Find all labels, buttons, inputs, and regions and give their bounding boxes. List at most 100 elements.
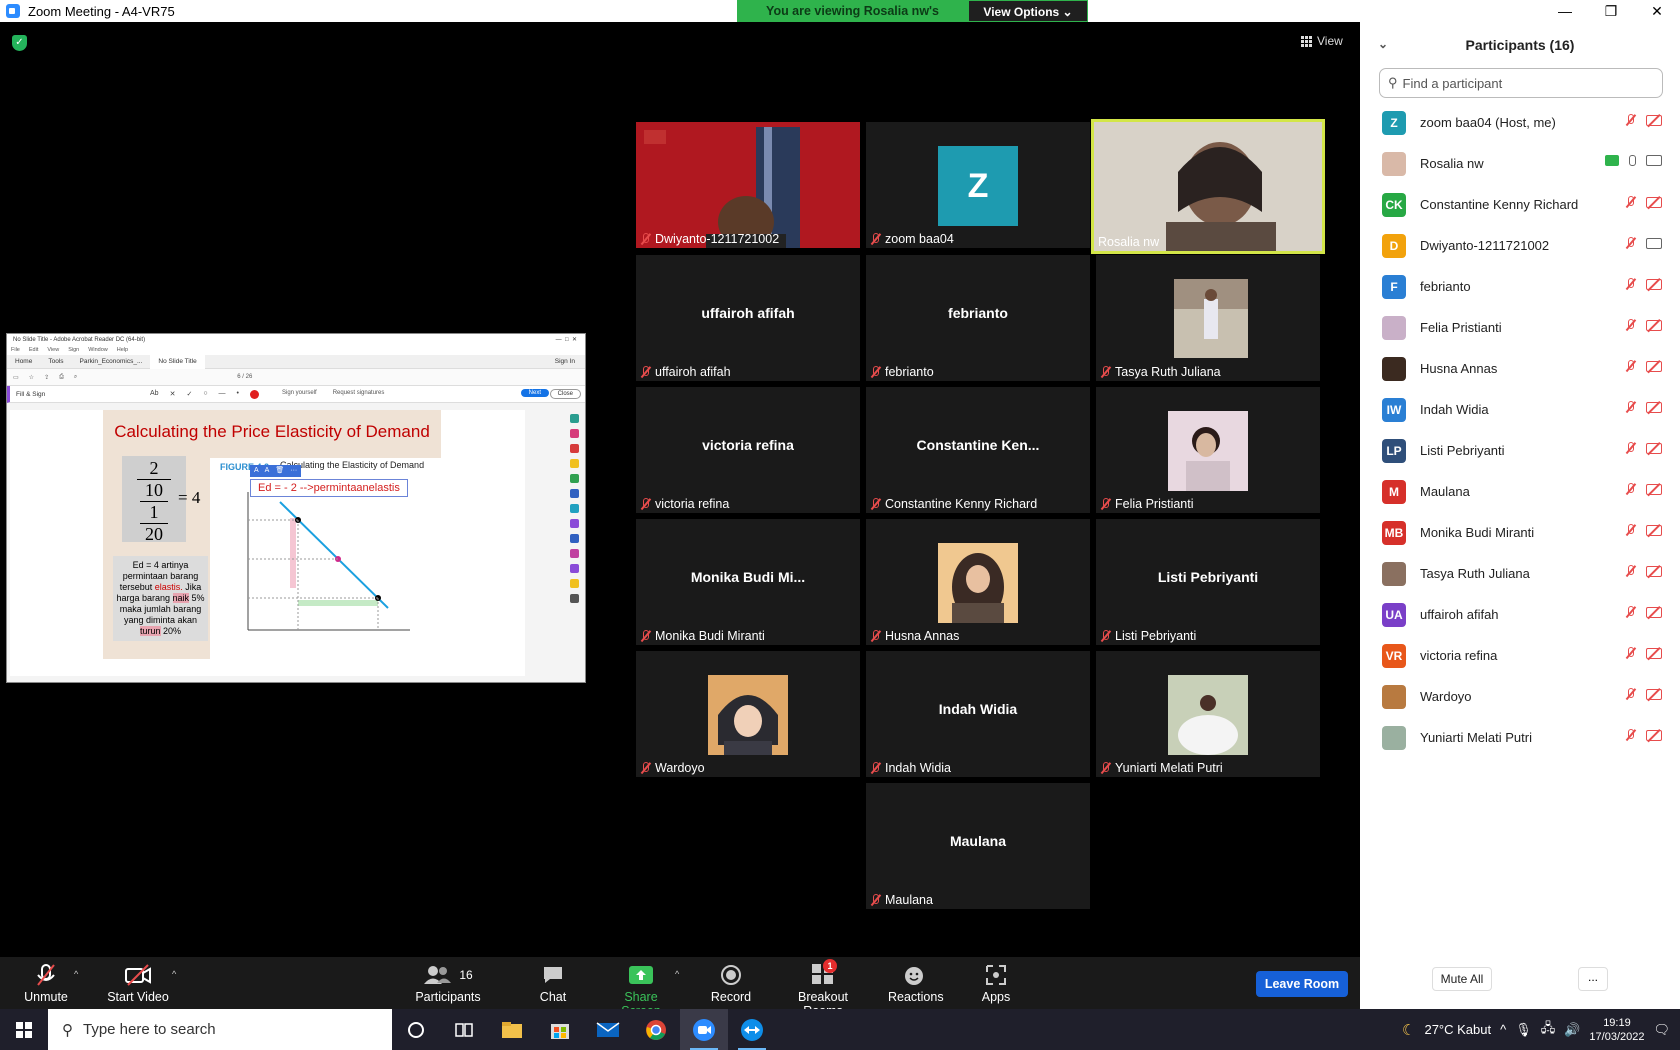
video-tile[interactable]: Constantine Ken... Constantine Kenny Ric… (866, 387, 1090, 513)
clock[interactable]: 19:19 17/03/2022 (1589, 1016, 1644, 1044)
video-off-icon[interactable] (1646, 442, 1662, 454)
side-tool-7-icon[interactable] (569, 504, 579, 513)
side-tool-5-icon[interactable] (569, 474, 579, 483)
mail-icon[interactable] (584, 1009, 632, 1050)
participant-row[interactable]: Husna Annas (1360, 348, 1680, 389)
participant-row[interactable]: UA uffairoh afifah (1360, 594, 1680, 635)
side-tool-2-icon[interactable] (569, 429, 579, 438)
leave-room-button[interactable]: Leave Room (1256, 971, 1348, 997)
video-off-icon[interactable] (1646, 114, 1662, 126)
start-button[interactable] (0, 1009, 48, 1050)
video-on-icon[interactable] (1646, 237, 1662, 249)
start-video-button[interactable]: Start Video (104, 963, 172, 1004)
cortana-icon[interactable] (392, 1009, 440, 1050)
request-signatures-button[interactable]: Request signatures (333, 390, 385, 396)
sign-in-link[interactable]: Sign In (547, 355, 585, 369)
participant-search-input[interactable]: ⚲ Find a participant (1379, 68, 1663, 98)
text-tool-icon[interactable]: Ab (150, 390, 159, 399)
tab-tools[interactable]: Tools (40, 355, 71, 369)
apps-button[interactable]: Apps (980, 963, 1012, 1004)
tab-doc-2[interactable]: No Slide Title (150, 354, 205, 369)
maximize-button[interactable]: ❐ (1588, 0, 1634, 22)
audio-options-caret-icon[interactable]: ^ (74, 969, 78, 979)
zoom-taskbar-icon[interactable] (680, 1009, 728, 1050)
tab-home[interactable]: Home (7, 355, 40, 369)
sign-yourself-button[interactable]: Sign yourself (282, 390, 317, 396)
video-tile[interactable]: Z zoom baa04 (866, 122, 1090, 248)
video-tile[interactable]: Dwiyanto-1211721002 (636, 122, 860, 248)
video-tile[interactable]: victoria refina victoria refina (636, 387, 860, 513)
video-off-icon[interactable] (1646, 483, 1662, 495)
mic-muted-icon[interactable] (1625, 442, 1636, 454)
mic-muted-icon[interactable] (1625, 401, 1636, 413)
mic-muted-icon[interactable] (1625, 565, 1636, 577)
network-icon[interactable]: 🖧 (1541, 1019, 1556, 1041)
tray-overflow-icon[interactable]: ^ (1500, 1022, 1506, 1037)
participant-row[interactable]: CK Constantine Kenny Richard (1360, 184, 1680, 225)
line-tool-icon[interactable]: — (219, 390, 226, 399)
participant-row[interactable]: IW Indah Widia (1360, 389, 1680, 430)
participant-row[interactable]: Ffebrianto (1360, 266, 1680, 307)
participant-row[interactable]: VR victoria refina (1360, 635, 1680, 676)
annotation-delete-icon[interactable]: 🗑 (275, 465, 284, 477)
chat-button[interactable]: Chat (532, 963, 574, 1004)
mute-all-button[interactable]: Mute All (1432, 967, 1492, 991)
close-button[interactable]: ✕ (1634, 0, 1680, 22)
video-tile[interactable]: Indah Widia Indah Widia (866, 651, 1090, 777)
participant-row[interactable]: Yuniarti Melati Putri (1360, 717, 1680, 758)
video-off-icon[interactable] (1646, 606, 1662, 618)
file-explorer-icon[interactable] (488, 1009, 536, 1050)
mic-muted-icon[interactable] (1625, 483, 1636, 495)
minimize-button[interactable]: — (1542, 0, 1588, 22)
video-off-icon[interactable] (1646, 647, 1662, 659)
video-off-icon[interactable] (1646, 565, 1662, 577)
video-tile[interactable]: Felia Pristianti (1096, 387, 1320, 513)
chrome-icon[interactable] (632, 1009, 680, 1050)
side-tool-9-icon[interactable] (569, 534, 579, 543)
cross-tool-icon[interactable]: ✕ (170, 390, 176, 399)
teamviewer-icon[interactable] (728, 1009, 776, 1050)
mic-muted-icon[interactable] (1625, 278, 1636, 290)
video-off-icon[interactable] (1646, 278, 1662, 290)
unmute-button[interactable]: Unmute (22, 963, 70, 1004)
print-icon[interactable]: ⎙ (59, 374, 64, 381)
ed-annotation[interactable]: Ed = - 2 -->permintaanelastis (250, 479, 408, 497)
video-tile[interactable]: Maulana Maulana (866, 783, 1090, 909)
side-tool-6-icon[interactable] (569, 489, 579, 498)
side-tool-12-icon[interactable] (569, 579, 579, 588)
reactions-button[interactable]: Reactions (888, 963, 944, 1004)
participant-row[interactable]: D Dwiyanto-1211721002 (1360, 225, 1680, 266)
video-off-icon[interactable] (1646, 401, 1662, 413)
video-tile-active-speaker[interactable]: Rosalia nw (1091, 119, 1325, 254)
side-tool-4-icon[interactable] (569, 459, 579, 468)
weather-text[interactable]: 27°C Kabut (1424, 1022, 1491, 1037)
mic-muted-icon[interactable] (1625, 196, 1636, 208)
notifications-icon[interactable]: 🗨 (1653, 1022, 1670, 1038)
side-tool-11-icon[interactable] (569, 564, 579, 573)
pdf-viewer[interactable]: Calculating the Price Elasticity of Dema… (10, 410, 525, 676)
side-tool-10-icon[interactable] (569, 549, 579, 558)
upload-icon[interactable]: ⇪ (44, 374, 49, 381)
mic-tray-icon[interactable]: 🎙 (1515, 1022, 1532, 1038)
volume-icon[interactable]: 🔊 (1564, 1022, 1580, 1038)
video-off-icon[interactable] (1646, 729, 1662, 741)
participant-row[interactable]: Felia Pristianti (1360, 307, 1680, 348)
participant-row[interactable]: Wardoyo (1360, 676, 1680, 717)
view-options-button[interactable]: View Options ⌄ (968, 0, 1088, 22)
view-button[interactable]: View (1301, 34, 1343, 48)
video-tile[interactable]: febrianto febrianto (866, 255, 1090, 381)
more-button[interactable]: ... (1578, 967, 1608, 991)
mic-muted-icon[interactable] (1625, 606, 1636, 618)
video-on-icon[interactable] (1646, 155, 1662, 166)
side-tool-8-icon[interactable] (569, 519, 579, 528)
mic-muted-icon[interactable] (1625, 360, 1636, 372)
dot-tool-icon[interactable]: • (237, 390, 239, 399)
mic-muted-icon[interactable] (1625, 114, 1636, 126)
task-view-icon[interactable] (440, 1009, 488, 1050)
mic-muted-icon[interactable] (1625, 688, 1636, 700)
video-off-icon[interactable] (1646, 319, 1662, 331)
video-tile[interactable]: Tasya Ruth Juliana (1096, 255, 1320, 381)
video-tile[interactable]: Yuniarti Melati Putri (1096, 651, 1320, 777)
circle-tool-icon[interactable]: ○ (203, 390, 207, 399)
video-off-icon[interactable] (1646, 196, 1662, 208)
